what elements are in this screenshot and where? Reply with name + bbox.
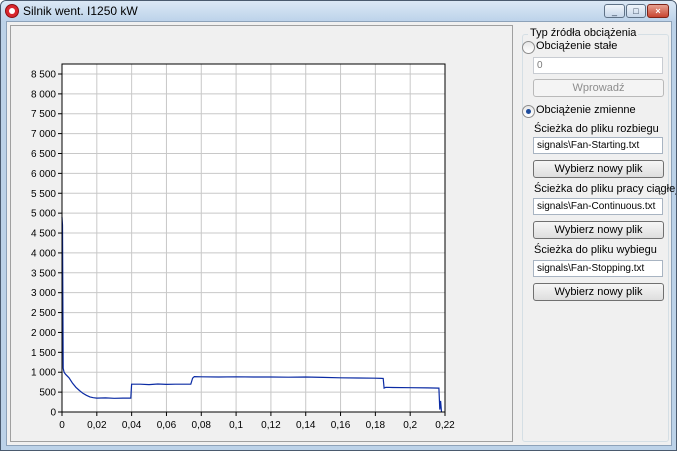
y-tick-label: 0 (50, 408, 56, 419)
y-tick-label: 3 000 (31, 288, 56, 299)
startup-file-input[interactable]: signals\Fan-Starting.txt (533, 137, 663, 154)
x-tick-label: 0,16 (331, 420, 351, 431)
minimize-button[interactable]: _ (604, 4, 625, 18)
startup-file-label: Ścieżka do pliku rozbiegu (534, 123, 659, 135)
y-tick-label: 7 000 (31, 129, 56, 140)
choose-startup-file-button[interactable]: Wybierz nowy plik (533, 160, 664, 178)
y-tick-label: 1 000 (31, 368, 56, 379)
y-tick-label: 2 000 (31, 328, 56, 339)
variable-load-radio[interactable] (522, 105, 535, 118)
y-tick-label: 7 500 (31, 109, 56, 120)
stopping-file-label: Ścieżka do pliku wybiegu (534, 244, 657, 256)
x-tick-label: 0,12 (261, 420, 281, 431)
app-window: Silnik went. I1250 kW _ □ × 0 500 1 000 1 5… (0, 0, 677, 451)
x-tick-label: 0,2 (403, 420, 417, 431)
apply-constant-button[interactable]: Wprowadź (533, 79, 664, 97)
chart-panel: 0 500 1 000 1 500 2 000 2 500 3 000 3 500 4 000 4… (10, 25, 513, 442)
variable-load-label[interactable]: Obciążenie zmienne (536, 104, 636, 116)
choose-stopping-file-button[interactable]: Wybierz nowy plik (533, 283, 664, 301)
x-tick-label: 0,04 (122, 420, 142, 431)
y-tick-label: 5 000 (31, 209, 56, 220)
choose-continuous-file-button[interactable]: Wybierz nowy plik (533, 221, 664, 239)
x-tick-label: 0,1 (229, 420, 243, 431)
y-tick-label: 5 500 (31, 189, 56, 200)
y-tick-label: 4 000 (31, 248, 56, 259)
x-tick-label: 0,18 (366, 420, 386, 431)
window-title: Silnik went. I1250 kW (23, 4, 138, 18)
load-source-group-title: Typ źródła obciążenia (528, 27, 639, 39)
title-bar: Silnik went. I1250 kW _ □ × (1, 1, 676, 21)
constant-load-label[interactable]: Obciążenie stałe (536, 40, 617, 52)
close-button[interactable]: × (647, 4, 669, 18)
y-tick-label: 6 500 (31, 149, 56, 160)
x-tick-label: 0,06 (157, 420, 177, 431)
continuous-file-input[interactable]: signals\Fan-Continuous.txt (533, 198, 663, 215)
constant-load-value-input[interactable]: 0 (533, 57, 663, 74)
y-tick-label: 2 500 (31, 308, 56, 319)
stopping-file-input[interactable]: signals\Fan-Stopping.txt (533, 260, 663, 277)
maximize-button[interactable]: □ (626, 4, 646, 18)
y-tick-label: 6 000 (31, 169, 56, 180)
load-chart: 0 500 1 000 1 500 2 000 2 500 3 000 3 500 4 000 4… (31, 63, 455, 431)
y-tick-label: 4 500 (31, 229, 56, 240)
x-tick-label: 0,14 (296, 420, 316, 431)
x-tick-label: 0,08 (192, 420, 212, 431)
client-area: 0 500 1 000 1 500 2 000 2 500 3 000 3 500 4 000 4… (6, 21, 676, 446)
app-icon (5, 4, 19, 18)
plot-area (62, 64, 445, 412)
y-tick-label: 3 500 (31, 268, 56, 279)
x-tick-label: 0,02 (87, 420, 107, 431)
constant-load-radio[interactable] (522, 41, 535, 54)
x-tick-label: 0 (59, 420, 65, 431)
y-tick-label: 500 (39, 388, 56, 399)
y-tick-label: 8 000 (31, 89, 56, 100)
x-tick-label: 0,22 (435, 420, 455, 431)
continuous-file-label: Ścieżka do pliku pracy ciągłej (534, 183, 677, 195)
y-tick-label: 8 500 (31, 69, 56, 80)
y-tick-label: 1 500 (31, 348, 56, 359)
